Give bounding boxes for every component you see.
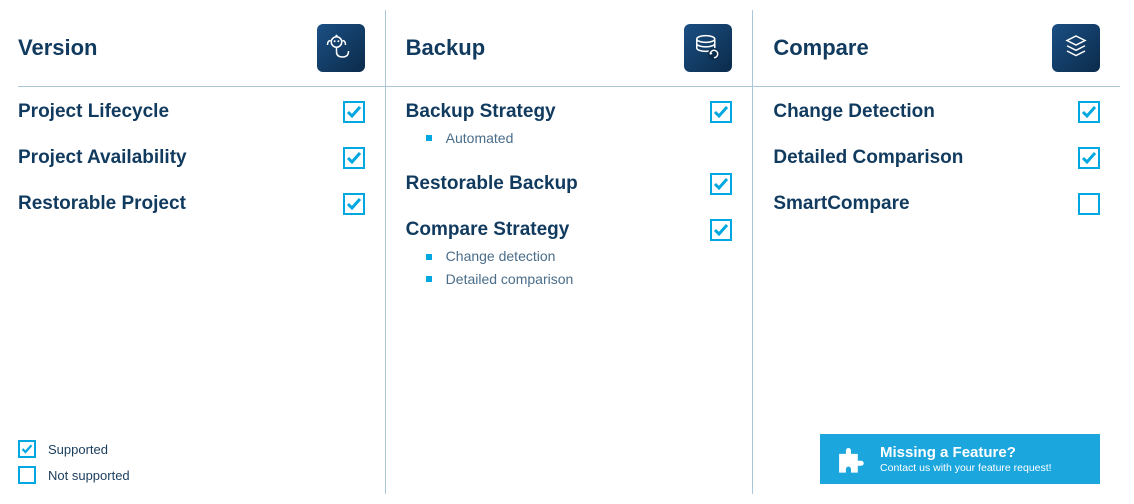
column-compare: Compare Change Detection Detailed Compar… [752, 10, 1120, 494]
column-header: Backup [386, 10, 753, 87]
cta-title: Missing a Feature? [880, 444, 1052, 462]
column-body: Backup Strategy Automated Restorable Bac… [386, 87, 753, 494]
feature-row: Project Lifecycle [18, 101, 365, 123]
bullet-icon [426, 276, 432, 282]
bullet-icon [426, 254, 432, 260]
column-backup: Backup Backup Strategy Auto [385, 10, 753, 494]
column-title: Backup [406, 35, 485, 61]
column-title: Compare [773, 35, 868, 61]
feature-label: Detailed Comparison [773, 147, 963, 169]
feature-row: Compare Strategy Change detection Detail… [406, 219, 733, 290]
legend: Supported Not supported [18, 440, 365, 494]
feature-sublist: Automated [406, 127, 733, 149]
compare-icon [1052, 24, 1100, 72]
checkbox-checked-icon [710, 173, 732, 195]
feature-row: SmartCompare [773, 193, 1100, 215]
feature-subitem: Automated [426, 127, 733, 149]
feature-row: Change Detection [773, 101, 1100, 123]
feature-row: Restorable Project [18, 193, 365, 215]
column-body: Project Lifecycle Project Availability R… [18, 87, 385, 494]
checkbox-checked-icon [18, 440, 36, 458]
column-version: Version Project Lifecycle [18, 10, 385, 494]
feature-label: Project Availability [18, 147, 187, 169]
feature-row: Project Availability [18, 147, 365, 169]
checkbox-checked-icon [710, 219, 732, 241]
legend-not-supported: Not supported [18, 466, 365, 484]
feature-label: Change Detection [773, 101, 935, 123]
column-header: Compare [753, 10, 1120, 87]
feature-label: Backup Strategy [406, 101, 556, 123]
puzzle-icon [834, 442, 868, 476]
checkbox-unchecked-icon [18, 466, 36, 484]
feature-subitem: Change detection [426, 245, 733, 267]
feature-label: Project Lifecycle [18, 101, 169, 123]
backup-icon [684, 24, 732, 72]
version-icon [317, 24, 365, 72]
feature-label: Restorable Project [18, 193, 186, 215]
feature-row: Restorable Backup [406, 173, 733, 195]
checkbox-checked-icon [1078, 147, 1100, 169]
feature-label: SmartCompare [773, 193, 909, 215]
cta-text: Missing a Feature? Contact us with your … [880, 444, 1052, 475]
feature-sublist: Change detection Detailed comparison [406, 245, 733, 290]
checkbox-checked-icon [1078, 101, 1100, 123]
feature-row: Backup Strategy Automated [406, 101, 733, 149]
feature-row: Detailed Comparison [773, 147, 1100, 169]
feature-label: Restorable Backup [406, 173, 578, 195]
feature-label: Compare Strategy [406, 219, 570, 241]
checkbox-checked-icon [343, 101, 365, 123]
cta-subtitle: Contact us with your feature request! [880, 462, 1052, 475]
legend-label: Supported [48, 442, 108, 457]
bullet-icon [426, 135, 432, 141]
column-body: Change Detection Detailed Comparison Sma… [753, 87, 1120, 494]
feature-subitem: Detailed comparison [426, 268, 733, 290]
feature-table: Version Project Lifecycle [18, 10, 1120, 494]
column-title: Version [18, 35, 97, 61]
column-header: Version [18, 10, 385, 87]
checkbox-checked-icon [343, 147, 365, 169]
missing-feature-cta[interactable]: Missing a Feature? Contact us with your … [820, 434, 1100, 484]
checkbox-checked-icon [710, 101, 732, 123]
checkbox-checked-icon [343, 193, 365, 215]
legend-label: Not supported [48, 468, 130, 483]
checkbox-unchecked-icon [1078, 193, 1100, 215]
legend-supported: Supported [18, 440, 365, 458]
